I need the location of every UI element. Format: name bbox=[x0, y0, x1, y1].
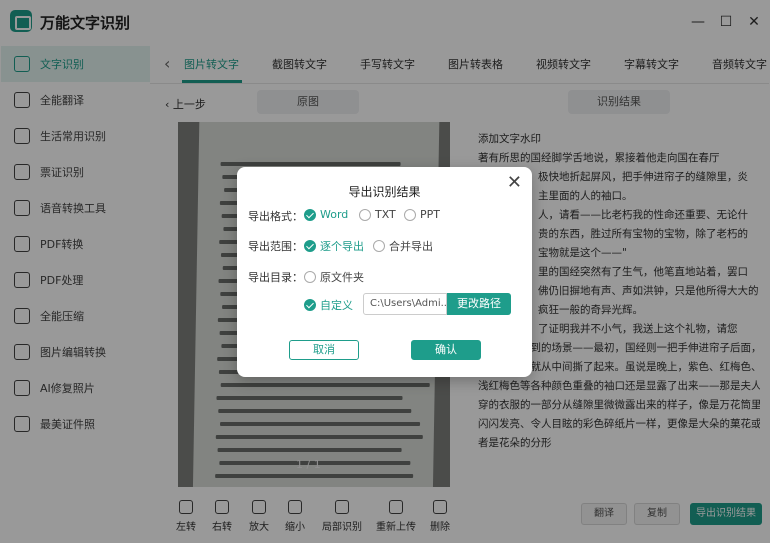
export-path-input[interactable]: C:\Users\Admi... bbox=[363, 293, 447, 315]
option-label: 合并导出 bbox=[389, 240, 433, 253]
format-option-ppt[interactable]: PPT bbox=[404, 208, 440, 221]
range-option-merge[interactable]: 合并导出 bbox=[373, 238, 433, 254]
radio-icon bbox=[373, 240, 385, 252]
export-dialog: 导出识别结果 ✕ 导出格式： Word TXT PPT 导出范围： 逐个导出 合… bbox=[237, 167, 532, 377]
option-label: Word bbox=[320, 208, 349, 221]
confirm-button[interactable]: 确认 bbox=[411, 340, 481, 360]
format-option-txt[interactable]: TXT bbox=[359, 208, 396, 221]
dir-option-original-folder[interactable]: 原文件夹 bbox=[304, 269, 364, 285]
checked-radio-icon bbox=[304, 299, 316, 311]
dir-option-custom[interactable]: 自定义 bbox=[304, 297, 353, 313]
option-label: TXT bbox=[375, 208, 396, 221]
checked-radio-icon bbox=[304, 208, 316, 221]
dialog-title: 导出识别结果 bbox=[348, 185, 421, 199]
option-label: 自定义 bbox=[320, 299, 353, 312]
change-path-button[interactable]: 更改路径 bbox=[447, 293, 511, 315]
app-window: 万能文字识别 — ☐ ✕ 文字识别 全能翻译 生活常用识别 票证识别 语音转换工… bbox=[0, 0, 770, 543]
checked-radio-icon bbox=[304, 240, 316, 252]
format-option-word[interactable]: Word bbox=[304, 208, 348, 221]
export-format-label: 导出格式： bbox=[248, 210, 303, 223]
option-label: PPT bbox=[420, 208, 440, 221]
radio-icon bbox=[404, 208, 416, 221]
range-option-individual[interactable]: 逐个导出 bbox=[304, 238, 364, 254]
radio-icon bbox=[359, 208, 371, 221]
export-dir-label: 导出目录： bbox=[248, 271, 303, 284]
close-icon[interactable]: ✕ bbox=[507, 174, 522, 192]
option-label: 原文件夹 bbox=[320, 271, 364, 284]
option-label: 逐个导出 bbox=[320, 240, 364, 253]
export-range-label: 导出范围： bbox=[248, 240, 303, 253]
cancel-button[interactable]: 取消 bbox=[289, 340, 359, 360]
radio-icon bbox=[304, 271, 316, 283]
